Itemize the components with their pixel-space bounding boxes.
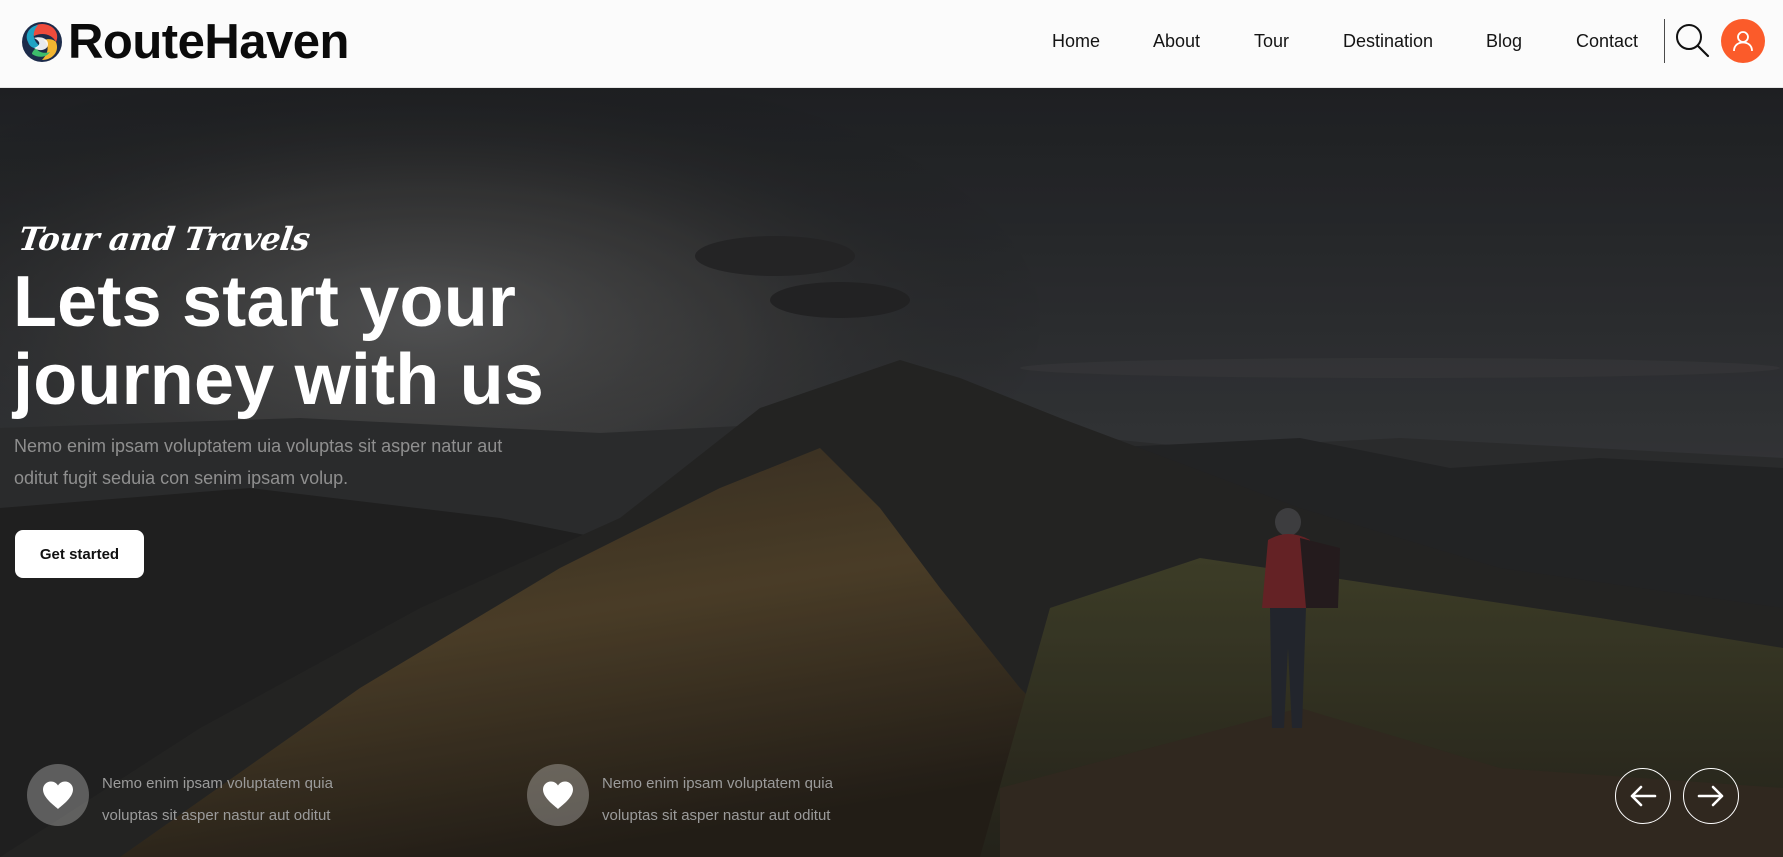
hero-section: Tour and Travels Lets start your journey… — [0, 88, 1783, 857]
feature-item: Nemo enim ipsam voluptatem quia voluptas… — [527, 764, 862, 832]
nav-home[interactable]: Home — [1052, 30, 1100, 52]
hero-title-line2: journey with us — [13, 340, 545, 420]
site-header: RouteHaven Home About Tour Destination B… — [0, 0, 1783, 88]
arrow-right-icon — [1697, 785, 1724, 807]
nav-contact[interactable]: Contact — [1576, 30, 1638, 52]
search-icon — [1676, 24, 1710, 58]
feature-icon-wrap — [27, 764, 89, 826]
arrow-left-icon — [1630, 785, 1657, 807]
nav-about[interactable]: About — [1153, 30, 1200, 52]
user-icon — [1733, 31, 1753, 52]
nav-destination[interactable]: Destination — [1343, 30, 1433, 52]
hero-description: Nemo enim ipsam voluptatem uia voluptas … — [14, 436, 503, 488]
nav-tour[interactable]: Tour — [1254, 30, 1289, 52]
hero-title-line1: Lets start your — [13, 262, 517, 342]
feature-icon-wrap — [527, 764, 589, 826]
heart-icon — [43, 781, 73, 809]
nav-blog[interactable]: Blog — [1486, 30, 1522, 52]
feature-text: Nemo enim ipsam voluptatem quia voluptas… — [102, 775, 333, 824]
feature-text: Nemo enim ipsam voluptatem quia voluptas… — [602, 775, 833, 824]
nav-divider — [1664, 19, 1665, 63]
heart-icon — [543, 781, 573, 809]
feature-item: Nemo enim ipsam voluptatem quia voluptas… — [27, 764, 362, 832]
hero-title: Lets start your journey with us — [13, 263, 573, 419]
brand-logo[interactable]: RouteHaven — [20, 14, 349, 70]
profile-button[interactable] — [1721, 19, 1765, 63]
swirl-logo-icon — [22, 22, 62, 62]
carousel-next-button[interactable] — [1683, 768, 1739, 824]
brand-name: RouteHaven — [68, 15, 349, 69]
hero-eyebrow: Tour and Travels — [16, 220, 313, 258]
carousel-prev-button[interactable] — [1615, 768, 1671, 824]
search-button[interactable] — [1674, 22, 1710, 58]
get-started-button[interactable]: Get started — [15, 530, 144, 578]
